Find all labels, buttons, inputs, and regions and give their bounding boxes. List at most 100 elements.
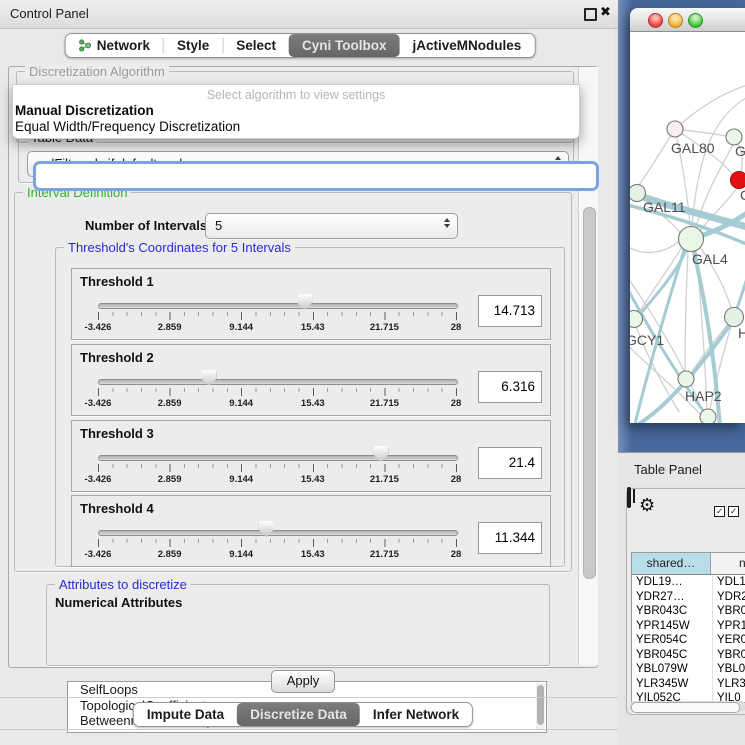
cell[interactable]: YBR043C bbox=[632, 604, 712, 619]
tab-select[interactable]: Select bbox=[223, 34, 289, 57]
tab-label: Cyni Toolbox bbox=[302, 38, 387, 53]
popup-option-equal-width[interactable]: Equal Width/Frequency Discretization bbox=[13, 119, 579, 135]
cell[interactable]: YDL1 bbox=[712, 575, 745, 590]
network-window-titlebar[interactable] bbox=[630, 8, 745, 32]
close-traffic-light[interactable] bbox=[648, 13, 663, 28]
control-panel-titlebar: Control Panel ✖ bbox=[0, 0, 618, 29]
table-header-row: shared… n bbox=[632, 553, 745, 575]
popup-placeholder: Select algorithm to view settings bbox=[13, 85, 579, 103]
table-row[interactable]: YER054CYER0 bbox=[632, 633, 745, 648]
tab-network[interactable]: Network bbox=[66, 34, 163, 57]
cell[interactable]: YDR27… bbox=[632, 590, 712, 605]
scrollbar-thumb[interactable] bbox=[537, 685, 544, 725]
slider-track[interactable] bbox=[98, 303, 458, 309]
gear-icon[interactable]: ⚙ bbox=[639, 495, 655, 516]
cell[interactable]: YPR145W bbox=[632, 619, 712, 634]
table-row[interactable]: YDL19…YDL1 bbox=[632, 575, 745, 590]
threshold-value-field[interactable]: 14.713 bbox=[478, 295, 542, 327]
node-gcy1[interactable] bbox=[630, 311, 643, 328]
split-view-icon[interactable] bbox=[627, 487, 631, 508]
slider-track[interactable] bbox=[98, 530, 458, 536]
tab-label: Network bbox=[97, 38, 150, 53]
table-panel-title: Table Panel bbox=[634, 462, 702, 477]
threshold-value-field[interactable]: 21.4 bbox=[478, 447, 542, 479]
cell[interactable]: YBR045C bbox=[632, 648, 712, 663]
tab-style[interactable]: Style bbox=[164, 34, 222, 57]
float-window-icon[interactable] bbox=[584, 8, 597, 21]
zoom-traffic-light[interactable] bbox=[688, 13, 703, 28]
node-label: H bbox=[738, 325, 745, 341]
threshold-label: Threshold 4 bbox=[80, 501, 154, 516]
cell[interactable]: YDL19… bbox=[632, 575, 712, 590]
node-h[interactable] bbox=[725, 308, 744, 327]
node-gal4[interactable] bbox=[679, 227, 704, 252]
cell[interactable]: YER0 bbox=[712, 633, 745, 648]
cell[interactable]: YPR1 bbox=[712, 619, 745, 634]
cell[interactable]: YLR345W bbox=[632, 677, 712, 692]
tick-label: 2.859 bbox=[158, 398, 182, 409]
checkbox-icon[interactable]: ✓ bbox=[714, 506, 725, 517]
table-panel: ⚙ ✓ ✓ shared… n YDL19…YDL1 YDR27…YDR2 YB… bbox=[626, 488, 745, 715]
tab-discretize-data[interactable]: Discretize Data bbox=[237, 703, 360, 726]
tick-label: -3.426 bbox=[85, 474, 112, 485]
num-intervals-combo[interactable]: 5 bbox=[205, 213, 458, 239]
column-header-name[interactable]: n bbox=[711, 553, 745, 574]
checkbox-icon[interactable]: ✓ bbox=[728, 506, 739, 517]
scrollbar-thumb[interactable] bbox=[583, 207, 596, 579]
table-row[interactable]: YBL079WYBL0 bbox=[632, 662, 745, 677]
slider-track[interactable] bbox=[98, 379, 458, 385]
panel-title: Control Panel bbox=[10, 6, 89, 21]
threshold-value-field[interactable]: 11.344 bbox=[478, 522, 542, 554]
node-bottom[interactable] bbox=[700, 409, 716, 423]
tab-infer-network[interactable]: Infer Network bbox=[360, 703, 472, 726]
table-panel-titlebar: Table Panel bbox=[618, 452, 745, 485]
cell[interactable]: YBL0 bbox=[712, 662, 745, 677]
slider-ticks bbox=[98, 312, 457, 321]
close-icon[interactable]: ✖ bbox=[600, 4, 611, 20]
tab-jactivemnodules[interactable]: jActiveMNodules bbox=[400, 34, 535, 57]
cell[interactable]: YBL079W bbox=[632, 662, 712, 677]
cell[interactable]: YDR2 bbox=[712, 590, 745, 605]
cell[interactable]: YBR0 bbox=[712, 648, 745, 663]
node-gal80[interactable] bbox=[667, 121, 683, 137]
network-canvas[interactable]: GAL80 G C GAL11 GAL4 GCY1 H HAP2 bbox=[630, 32, 745, 423]
tab-cyni-toolbox[interactable]: Cyni Toolbox bbox=[289, 34, 400, 57]
cell[interactable]: YBR0 bbox=[712, 604, 745, 619]
cell[interactable]: YLR3 bbox=[712, 677, 745, 692]
threshold-2-row: Threshold 2 -3.426 2.859 9.144 15.43 21.… bbox=[71, 344, 551, 416]
table-horizontal-scrollbar[interactable] bbox=[629, 701, 745, 712]
list-scrollbar[interactable] bbox=[536, 683, 545, 731]
node-label: GAL4 bbox=[692, 251, 728, 267]
node-label: GAL11 bbox=[643, 199, 686, 215]
node-label: GAL80 bbox=[671, 140, 715, 156]
apply-button[interactable]: Apply bbox=[271, 670, 335, 693]
group-label: Attributes to discretize bbox=[55, 577, 191, 592]
table-row[interactable]: YPR145WYPR1 bbox=[632, 619, 745, 634]
tab-label: Discretize Data bbox=[250, 707, 347, 722]
tab-impute-data[interactable]: Impute Data bbox=[134, 703, 237, 726]
table-row[interactable]: YBR043CYBR0 bbox=[632, 604, 745, 619]
threshold-value-field[interactable]: 6.316 bbox=[478, 371, 542, 403]
column-header-shared-name[interactable]: shared… bbox=[632, 553, 711, 574]
cell[interactable]: YER054C bbox=[632, 633, 712, 648]
slider-track[interactable] bbox=[98, 455, 458, 461]
algorithm-combo[interactable] bbox=[33, 161, 599, 191]
table-row[interactable]: YDR27…YDR2 bbox=[632, 590, 745, 605]
tick-label: 28 bbox=[451, 398, 462, 409]
node-hap2[interactable] bbox=[678, 371, 694, 387]
panel-scrollbar[interactable] bbox=[578, 67, 598, 665]
tick-label: 15.43 bbox=[301, 322, 325, 333]
tick-label: -3.426 bbox=[85, 398, 112, 409]
minimize-traffic-light[interactable] bbox=[668, 13, 683, 28]
cyni-settings-panel: Discretization Algorithm Table Data galF… bbox=[8, 66, 598, 668]
popup-option-manual-discretization[interactable]: Manual Discretization bbox=[13, 103, 579, 119]
tick-label: 9.144 bbox=[229, 398, 253, 409]
node-red-selected[interactable] bbox=[731, 172, 745, 189]
top-tab-bar: Network Style Select Cyni Toolbox jActiv… bbox=[65, 33, 536, 58]
tick-label: -3.426 bbox=[85, 322, 112, 333]
algorithm-dropdown-popup: Select algorithm to view settings Manual… bbox=[12, 84, 580, 139]
scrollbar-thumb[interactable] bbox=[631, 702, 740, 713]
tick-label: 15.43 bbox=[301, 549, 325, 560]
table-row[interactable]: YBR045CYBR0 bbox=[632, 648, 745, 663]
table-row[interactable]: YLR345WYLR3 bbox=[632, 677, 745, 692]
